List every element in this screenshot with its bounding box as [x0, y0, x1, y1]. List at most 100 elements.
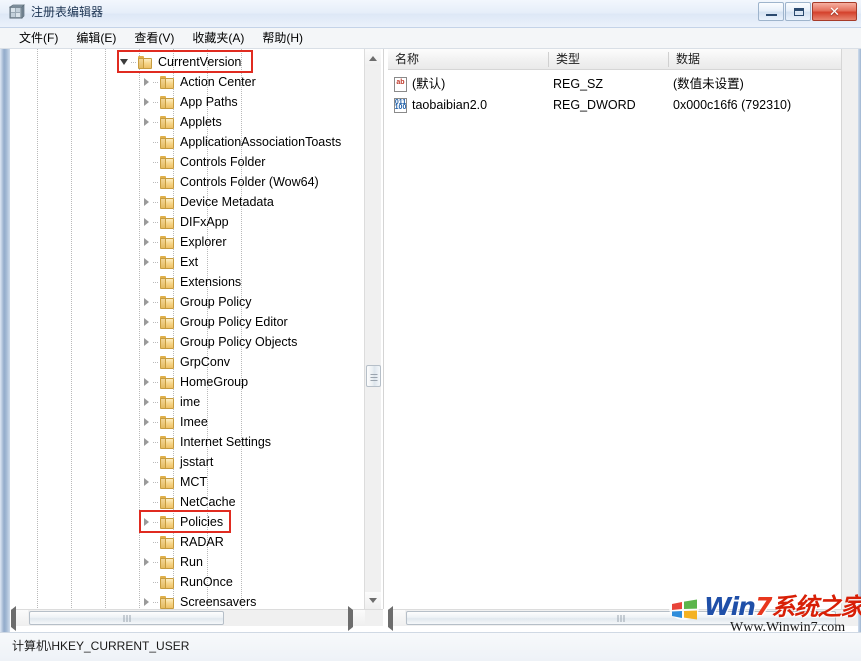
tree-item-applicationassociationtoasts[interactable]: ApplicationAssociationToasts — [141, 132, 341, 152]
expander-expand-icon[interactable] — [141, 232, 153, 252]
tree-item-label: NetCache — [180, 495, 236, 509]
values-scroll-down-button[interactable] — [842, 592, 858, 609]
expander-expand-icon[interactable] — [141, 372, 153, 392]
tree-item-currentversion[interactable]: CurrentVersion — [119, 52, 241, 72]
menu-item-favorites[interactable]: 收藏夹(A) — [183, 29, 253, 47]
tree-item-group-policy-objects[interactable]: Group Policy Objects — [141, 332, 297, 352]
expander-expand-icon[interactable] — [141, 252, 153, 272]
values-scroll-up-button[interactable] — [842, 49, 858, 66]
folder-icon — [160, 255, 175, 269]
tree-item-policies[interactable]: Policies — [141, 512, 223, 532]
tree-item-homegroup[interactable]: HomeGroup — [141, 372, 248, 392]
tree-item-difxapp[interactable]: DIFxApp — [141, 212, 229, 232]
tree-item-internet-settings[interactable]: Internet Settings — [141, 432, 271, 452]
values-horizontal-scrollbar[interactable] — [388, 606, 858, 631]
tree-horizontal-scrollbar[interactable] — [11, 606, 383, 631]
values-column-header: 名称 类型 数据 — [388, 49, 858, 70]
menu-bar: 文件(F) 编辑(E) 查看(V) 收藏夹(A) 帮助(H) — [0, 28, 861, 49]
value-name: taobaibian2.0 — [412, 98, 488, 112]
tree-connector-line — [153, 392, 160, 412]
tree-connector-line — [153, 412, 160, 432]
tree-item-extensions[interactable]: Extensions — [141, 272, 241, 292]
expander-expand-icon[interactable] — [141, 292, 153, 312]
values-hscroll-thumb[interactable] — [406, 611, 836, 625]
expander-expand-icon[interactable] — [141, 432, 153, 452]
tree-connector-line — [153, 332, 160, 352]
expander-expand-icon[interactable] — [141, 412, 153, 432]
menu-item-view[interactable]: 查看(V) — [125, 29, 183, 47]
tree-scroll-left-button[interactable] — [11, 606, 28, 631]
tree-item-controls-folder[interactable]: Controls Folder — [141, 152, 265, 172]
tree-item-jsstart[interactable]: jsstart — [141, 452, 213, 472]
tree-item-ime[interactable]: ime — [141, 392, 200, 412]
value-row[interactable]: 011 100 taobaibian2.0 REG_DWORD 0x000c16f6 (… — [388, 95, 858, 115]
tree-item-applets[interactable]: Applets — [141, 112, 222, 132]
column-header-name[interactable]: 名称 — [388, 49, 548, 69]
tree-scroll-right-button[interactable] — [348, 606, 365, 631]
title-bar-left: 注册表编辑器 — [8, 4, 103, 21]
tree-item-screensavers[interactable]: Screensavers — [141, 592, 256, 609]
column-header-data[interactable]: 数据 — [669, 49, 858, 69]
tree-connector-line — [153, 572, 160, 592]
expander-expand-icon[interactable] — [141, 332, 153, 352]
minimize-button[interactable] — [758, 2, 784, 21]
values-vertical-scrollbar[interactable] — [841, 49, 858, 609]
expander-expand-icon[interactable] — [141, 512, 153, 532]
folder-icon — [160, 335, 175, 349]
expander-expand-icon[interactable] — [141, 112, 153, 132]
tree-item-netcache[interactable]: NetCache — [141, 492, 236, 512]
expander-expand-icon[interactable] — [141, 72, 153, 92]
tree-item-mct[interactable]: MCT — [141, 472, 207, 492]
tree-item-label: jsstart — [180, 455, 214, 469]
expander-collapse-icon[interactable] — [119, 52, 131, 72]
tree-item-explorer[interactable]: Explorer — [141, 232, 227, 252]
tree-item-group-policy-editor[interactable]: Group Policy Editor — [141, 312, 288, 332]
tree-connector-line — [153, 192, 160, 212]
tree-item-controls-folder-wow64[interactable]: Controls Folder (Wow64) — [141, 172, 319, 192]
tree-scroll-thumb[interactable] — [366, 365, 381, 387]
tree-item-action-center[interactable]: Action Center — [141, 72, 256, 92]
tree-connector-line — [153, 472, 160, 492]
tree-item-radar[interactable]: RADAR — [141, 532, 224, 552]
tree-item-group-policy[interactable]: Group Policy — [141, 292, 252, 312]
registry-tree-pane[interactable]: CurrentVersion Action Center App Paths Appl… — [11, 49, 384, 609]
tree-hscroll-thumb[interactable] — [29, 611, 224, 625]
tree-item-app-paths[interactable]: App Paths — [141, 92, 238, 112]
column-header-type[interactable]: 类型 — [549, 49, 668, 69]
tree-item-runonce[interactable]: RunOnce — [141, 572, 233, 592]
tree-connector-line — [153, 452, 160, 472]
tree-item-label: Ext — [180, 255, 199, 269]
registry-values-pane[interactable]: 名称 类型 数据 ab (默认) REG_SZ (数值未设置) 011 100 taobai… — [388, 49, 858, 609]
close-button[interactable]: ✕ — [812, 2, 857, 21]
expander-expand-icon[interactable] — [141, 192, 153, 212]
tree-item-label: Extensions — [180, 275, 242, 289]
tree-item-device-metadata[interactable]: Device Metadata — [141, 192, 274, 212]
tree-vertical-scrollbar[interactable] — [364, 49, 381, 609]
expander-expand-icon[interactable] — [141, 472, 153, 492]
expander-expand-icon[interactable] — [141, 392, 153, 412]
expander-expand-icon[interactable] — [141, 312, 153, 332]
folder-icon — [160, 355, 175, 369]
value-row[interactable]: ab (默认) REG_SZ (数值未设置) — [388, 74, 858, 94]
expander-expand-icon[interactable] — [141, 212, 153, 232]
maximize-button[interactable] — [785, 2, 811, 21]
tree-scroll-down-button[interactable] — [365, 592, 381, 609]
tree-item-ext[interactable]: Ext — [141, 252, 198, 272]
tree-item-label: Explorer — [180, 235, 227, 249]
tree-item-grpconv[interactable]: GrpConv — [141, 352, 230, 372]
menu-item-edit[interactable]: 编辑(E) — [67, 29, 125, 47]
tree-scroll-up-button[interactable] — [365, 49, 381, 66]
expander-expand-icon[interactable] — [141, 92, 153, 112]
values-scroll-left-button[interactable] — [388, 606, 405, 631]
folder-icon — [160, 535, 175, 549]
tree-item-run[interactable]: Run — [141, 552, 203, 572]
folder-icon — [160, 515, 175, 529]
tree-item-imee[interactable]: Imee — [141, 412, 208, 432]
expander-expand-icon[interactable] — [141, 552, 153, 572]
expander-expand-icon[interactable] — [141, 592, 153, 609]
menu-item-file[interactable]: 文件(F) — [10, 29, 67, 47]
menu-item-help[interactable]: 帮助(H) — [253, 29, 312, 47]
tree-item-label: Applets — [180, 115, 222, 129]
tree-item-label: GrpConv — [180, 355, 231, 369]
